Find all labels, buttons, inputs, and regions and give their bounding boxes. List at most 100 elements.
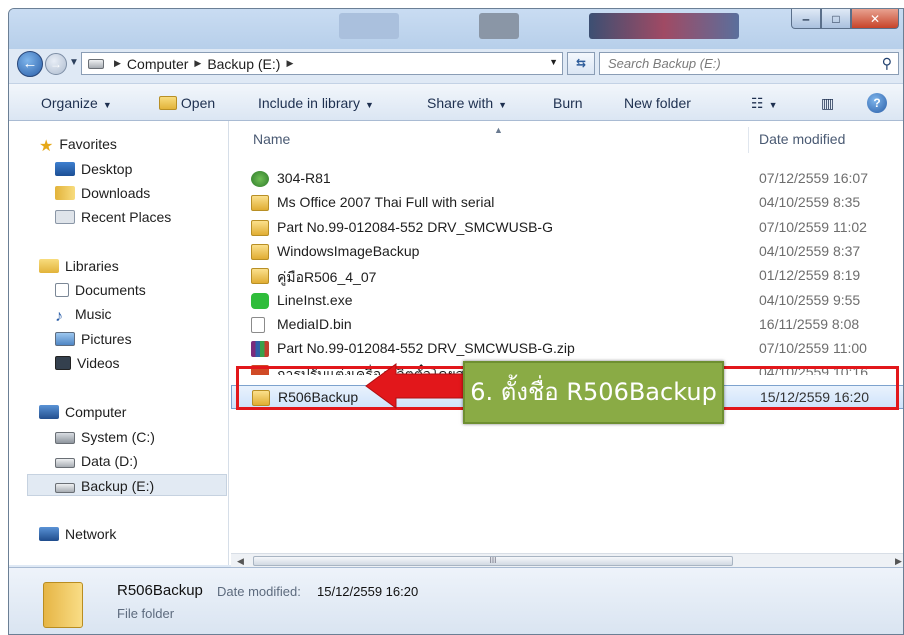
details-file-name: R506Backup (117, 582, 203, 599)
file-row-part-no-zip[interactable]: Part No.99-012084-552 DRV_SMCWUSB-G.zip 0… (231, 337, 903, 361)
sidebar-item-computer[interactable]: Computer (39, 401, 126, 423)
minimize-button[interactable]: ‒ (791, 9, 821, 29)
file-date: 07/10/2559 11:00 (759, 340, 867, 356)
recent-places-icon (55, 210, 75, 224)
scroll-right-icon[interactable]: ▶ (895, 554, 902, 568)
include-in-library-button[interactable]: Include in library ▼ (258, 95, 374, 111)
address-bar[interactable]: ▶ Computer ▶ Backup (E:) ▶ ▼ (81, 52, 563, 75)
column-header-date-modified[interactable]: Date modified (759, 131, 845, 147)
file-date: 01/12/2559 8:19 (759, 267, 861, 283)
file-row-lineinst[interactable]: LineInst.exe 04/10/2559 9:55 (231, 289, 903, 313)
file-date: 07/10/2559 11:02 (759, 219, 867, 235)
sidebar-item-label: Backup (E:) (81, 478, 155, 494)
sidebar-item-network[interactable]: Network (39, 523, 116, 545)
sidebar-item-desktop[interactable]: Desktop (55, 158, 132, 180)
scrollbar-grip: III (489, 556, 497, 565)
sidebar-item-data-d[interactable]: Data (D:) (55, 450, 138, 472)
sidebar-item-music[interactable]: ♪ Music (55, 303, 112, 325)
line-app-icon (251, 293, 269, 309)
forward-button[interactable]: → (45, 53, 67, 75)
sidebar-item-label: Desktop (81, 161, 133, 177)
close-button[interactable]: ✕ (851, 9, 899, 29)
folder-icon (43, 582, 83, 628)
sidebar-item-downloads[interactable]: Downloads (55, 182, 150, 204)
address-dropdown-icon[interactable]: ▼ (549, 57, 558, 67)
sidebar-item-favorites[interactable]: ★ Favorites (39, 133, 117, 155)
file-row-part-no-folder[interactable]: Part No.99-012084-552 DRV_SMCWUSB-G 07/10… (231, 216, 903, 240)
file-row-windows-image-backup[interactable]: WindowsImageBackup 04/10/2559 8:37 (231, 240, 903, 264)
details-file-type: File folder (117, 606, 175, 621)
file-name: Part No.99-012084-552 DRV_SMCWUSB-G (277, 219, 553, 235)
file-date: 04/10/2559 8:35 (759, 194, 861, 210)
desktop-icon (55, 162, 75, 176)
scroll-left-icon[interactable]: ◀ (237, 554, 244, 568)
blurred-background (589, 13, 739, 39)
breadcrumb-computer[interactable]: Computer (127, 56, 188, 72)
new-folder-button[interactable]: New folder (624, 95, 691, 111)
red-arrow-icon (365, 363, 464, 409)
star-icon: ★ (39, 138, 54, 155)
preview-pane-button[interactable]: ▥ (821, 95, 834, 112)
computer-icon (39, 405, 59, 419)
change-view-button[interactable]: ☷ ▼ (751, 95, 777, 112)
sidebar-item-label: Videos (77, 355, 120, 371)
column-divider[interactable] (748, 127, 749, 153)
sidebar-item-label: Pictures (81, 331, 132, 347)
details-pane: R506Backup Date modified: 15/12/2559 16:… (9, 567, 903, 634)
breadcrumb-separator-icon[interactable]: ▶ (114, 58, 121, 69)
documents-icon (55, 283, 69, 297)
file-name: LineInst.exe (277, 292, 353, 308)
preview-pane-icon: ▥ (821, 95, 835, 111)
downloads-folder-icon (55, 186, 75, 200)
scrollbar-thumb[interactable]: III (253, 556, 733, 566)
folder-open-icon (159, 96, 177, 110)
organize-button[interactable]: Organize ▼ (41, 95, 112, 111)
network-icon (39, 527, 59, 541)
file-date: 07/12/2559 16:07 (759, 170, 868, 186)
view-options-icon: ☷ (751, 95, 764, 111)
file-row-mediaid[interactable]: MediaID.bin 16/11/2559 8:08 (231, 313, 903, 337)
column-header-name[interactable]: Name (253, 131, 290, 147)
breadcrumb-backup-drive[interactable]: Backup (E:) (207, 56, 280, 72)
file-row-manual-r506[interactable]: คู่มือR506_4_07 01/12/2559 8:19 (231, 264, 903, 288)
sidebar-item-documents[interactable]: Documents (55, 279, 146, 301)
organize-label: Organize (41, 95, 98, 111)
file-name: 304-R81 (277, 170, 331, 186)
horizontal-scrollbar[interactable]: ◀ III ▶ (231, 553, 903, 568)
sidebar-item-libraries[interactable]: Libraries (39, 255, 119, 277)
window-controls: ‒ □ ✕ (791, 9, 899, 31)
file-row-304-r81[interactable]: 304-R81 07/12/2559 16:07 (231, 167, 903, 191)
share-with-button[interactable]: Share with ▼ (427, 95, 507, 111)
file-row-ms-office[interactable]: Ms Office 2007 Thai Full with serial 04/1… (231, 191, 903, 215)
sidebar-item-pictures[interactable]: Pictures (55, 328, 132, 350)
sidebar-item-backup-e[interactable]: Backup (E:) (27, 474, 227, 496)
help-icon[interactable]: ? (867, 93, 887, 113)
bin-file-icon (251, 317, 265, 333)
chevron-down-icon: ▼ (498, 100, 508, 110)
drive-icon (55, 458, 75, 468)
burn-button[interactable]: Burn (553, 95, 583, 111)
open-button[interactable]: Open (159, 95, 215, 111)
maximize-button[interactable]: □ (821, 9, 851, 29)
back-button[interactable]: ← (17, 51, 43, 77)
sidebar-item-videos[interactable]: Videos (55, 352, 120, 374)
search-placeholder: Search Backup (E:) (608, 56, 721, 71)
search-input[interactable]: Search Backup (E:) ⚲ (599, 52, 899, 75)
winrar-archive-icon (251, 341, 269, 357)
explorer-window: ‒ □ ✕ ← → ▼ ▶ Computer ▶ Backup (E:) ▶ ▼… (8, 8, 904, 635)
breadcrumb-separator-icon[interactable]: ▶ (286, 58, 293, 69)
videos-icon (55, 356, 71, 370)
breadcrumb-separator-icon[interactable]: ▶ (194, 58, 201, 69)
folder-icon (251, 195, 269, 211)
chevron-down-icon: ▼ (102, 100, 112, 110)
file-name: Part No.99-012084-552 DRV_SMCWUSB-G.zip (277, 340, 575, 356)
sidebar-item-recent-places[interactable]: Recent Places (55, 206, 171, 228)
sidebar-item-label: Favorites (59, 136, 117, 152)
sidebar-item-system-c[interactable]: System (C:) (55, 426, 155, 448)
refresh-button[interactable]: ⇆ (567, 52, 595, 75)
search-icon[interactable]: ⚲ (882, 53, 892, 74)
sidebar-item-label: Libraries (65, 258, 119, 274)
network-shortcut-icon (251, 171, 269, 187)
file-date: 04/10/2559 8:37 (759, 243, 861, 259)
history-dropdown-icon[interactable]: ▼ (69, 57, 79, 68)
